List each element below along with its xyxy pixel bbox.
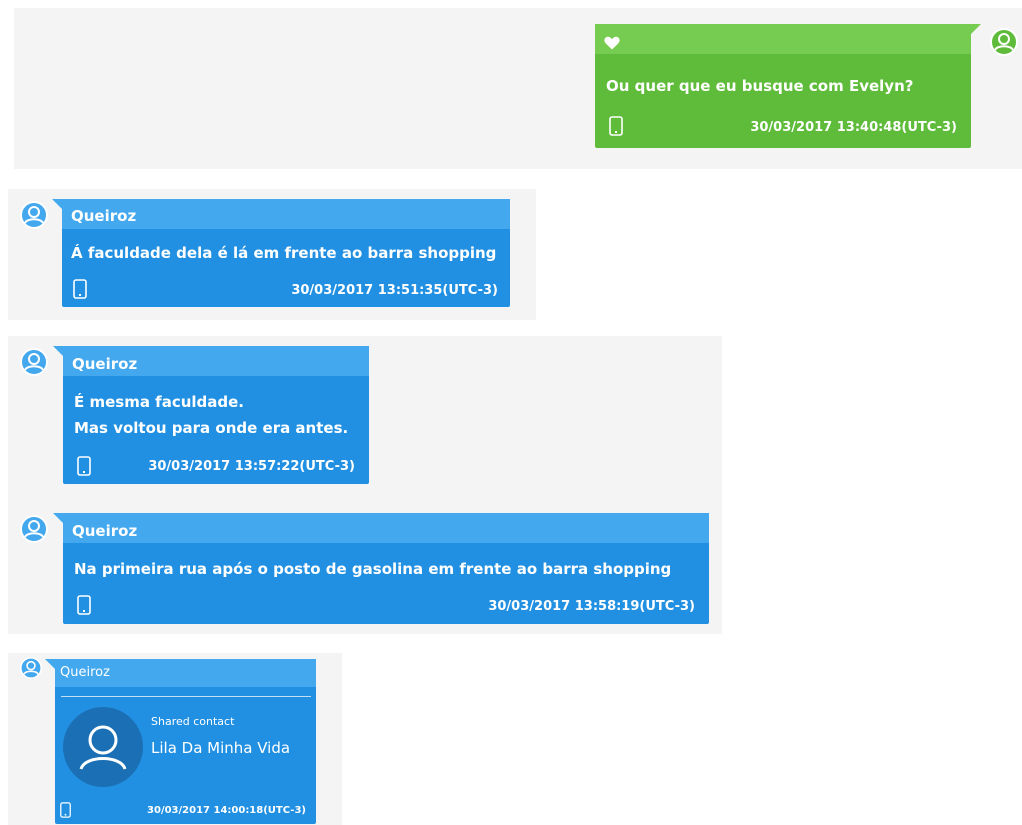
message-timestamp: 30/03/2017 13:40:48(UTC-3) [750,120,957,135]
person-silhouette-icon [63,707,143,787]
message-text: Na primeira rua após o posto de gasolina… [74,560,672,578]
message-timestamp: 30/03/2017 13:51:35(UTC-3) [291,283,498,298]
header-divider [61,696,311,697]
bubble-tail [52,199,62,209]
phone-icon [609,116,623,136]
message-text: Ou quer que eu busque com Evelyn? [606,77,914,95]
sender-name: Queiroz [72,522,138,540]
outgoing-message-bubble: Ou quer que eu busque com Evelyn? 30/03/… [595,24,981,148]
sender-name: Queiroz [71,207,137,225]
shared-contact-bubble[interactable]: Queiroz Shared contact Lila Da Minha Vid… [45,659,316,824]
user-avatar-icon [20,515,48,543]
phone-icon [60,802,71,818]
user-avatar-icon [20,348,48,376]
bubble-tail [53,513,63,523]
sender-name: Queiroz [72,355,138,373]
user-avatar-icon [990,28,1018,56]
heart-icon [604,36,620,50]
shared-contact-label: Shared contact [151,715,235,728]
shared-contact-name[interactable]: Lila Da Minha Vida [151,739,290,757]
message-text-line-2: Mas voltou para onde era antes. [74,419,349,437]
phone-icon [73,279,87,299]
sender-name: Queiroz [60,665,110,680]
bubble-tail [53,346,63,356]
message-header [63,513,709,543]
message-timestamp: 30/03/2017 13:57:22(UTC-3) [148,459,355,474]
message-header [595,24,971,54]
user-avatar-icon [20,657,42,679]
bubble-tail [971,24,981,34]
incoming-message-bubble: Queiroz Na primeira rua após o posto de … [53,513,709,624]
message-timestamp: 30/03/2017 14:00:18(UTC-3) [147,805,306,816]
message-text: Á faculdade dela é lá em frente ao barra… [71,244,497,262]
phone-icon [77,456,91,476]
bubble-tail [45,659,55,669]
message-text-line-1: É mesma faculdade. [74,393,245,411]
phone-icon [77,595,91,615]
incoming-message-bubble: Queiroz Á faculdade dela é lá em frente … [52,199,510,307]
incoming-message-bubble: Queiroz É mesma faculdade. Mas voltou pa… [53,346,369,484]
message-timestamp: 30/03/2017 13:58:19(UTC-3) [488,599,695,614]
user-avatar-icon [20,201,48,229]
